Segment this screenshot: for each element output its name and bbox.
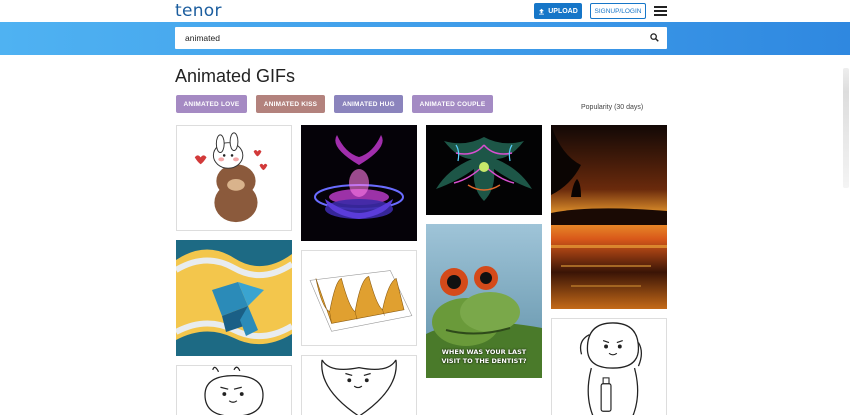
line-astronaut-image: [552, 319, 666, 415]
gif-neon-fractal[interactable]: [426, 125, 542, 215]
chip-label: ANIMATED COUPLE: [419, 100, 486, 108]
gif-sunset-reflection[interactable]: [551, 125, 667, 309]
chip-label: ANIMATED LOVE: [183, 100, 240, 108]
scrollbar[interactable]: [843, 68, 849, 188]
signup-login-button[interactable]: SIGNUP/LOGIN: [590, 3, 646, 19]
upload-button[interactable]: UPLOAD: [534, 3, 582, 19]
upload-label: UPLOAD: [548, 7, 578, 15]
search-query: animated: [185, 33, 220, 43]
chip-animated-kiss[interactable]: ANIMATED KISS: [256, 95, 325, 113]
upload-icon: [539, 8, 545, 15]
gif-bears-hug[interactable]: [176, 125, 292, 231]
hamburger-menu-icon[interactable]: [654, 6, 667, 16]
caption-line-2: VISIT TO THE DENTIST?: [441, 357, 527, 365]
gif-line-drawing-astronaut[interactable]: [551, 318, 667, 415]
gif-frog-dentist[interactable]: WHEN WAS YOUR LAST VISIT TO THE DENTIST?: [426, 224, 542, 378]
gif-blue-cube-shark[interactable]: [176, 240, 292, 356]
search-input[interactable]: animated: [175, 27, 667, 49]
page-title: Animated GIFs: [175, 66, 296, 86]
neon-fractal-image: [426, 125, 542, 215]
tenor-logo[interactable]: tenor: [175, 1, 222, 21]
gif-purple-fractal[interactable]: [301, 125, 417, 241]
chip-label: ANIMATED HUG: [342, 100, 395, 108]
surface-plot-image: [302, 251, 416, 345]
chip-animated-hug[interactable]: ANIMATED HUG: [334, 95, 403, 113]
search-icon[interactable]: [650, 33, 659, 42]
caption-line-1: WHEN WAS YOUR LAST: [441, 348, 527, 356]
gif-line-drawing-heart[interactable]: [301, 355, 417, 415]
chip-animated-couple[interactable]: ANIMATED COUPLE: [412, 95, 493, 113]
top-bar: tenor UPLOAD SIGNUP/LOGIN: [0, 0, 850, 22]
purple-fractal-image: [301, 125, 417, 241]
bears-hug-image: [177, 126, 291, 230]
gif-3d-surface-plot[interactable]: [301, 250, 417, 346]
sort-dropdown[interactable]: Popularity (30 days): [581, 104, 643, 111]
sunset-image: [551, 125, 667, 309]
chip-animated-love[interactable]: ANIMATED LOVE: [176, 95, 247, 113]
line-heart-image: [302, 356, 416, 415]
gif-line-drawing-bunny[interactable]: [176, 365, 292, 415]
cube-shark-image: [176, 240, 292, 356]
line-bunny-image: [177, 366, 291, 415]
frog-caption: WHEN WAS YOUR LAST VISIT TO THE DENTIST?: [426, 348, 542, 366]
chip-label: ANIMATED KISS: [263, 100, 318, 108]
